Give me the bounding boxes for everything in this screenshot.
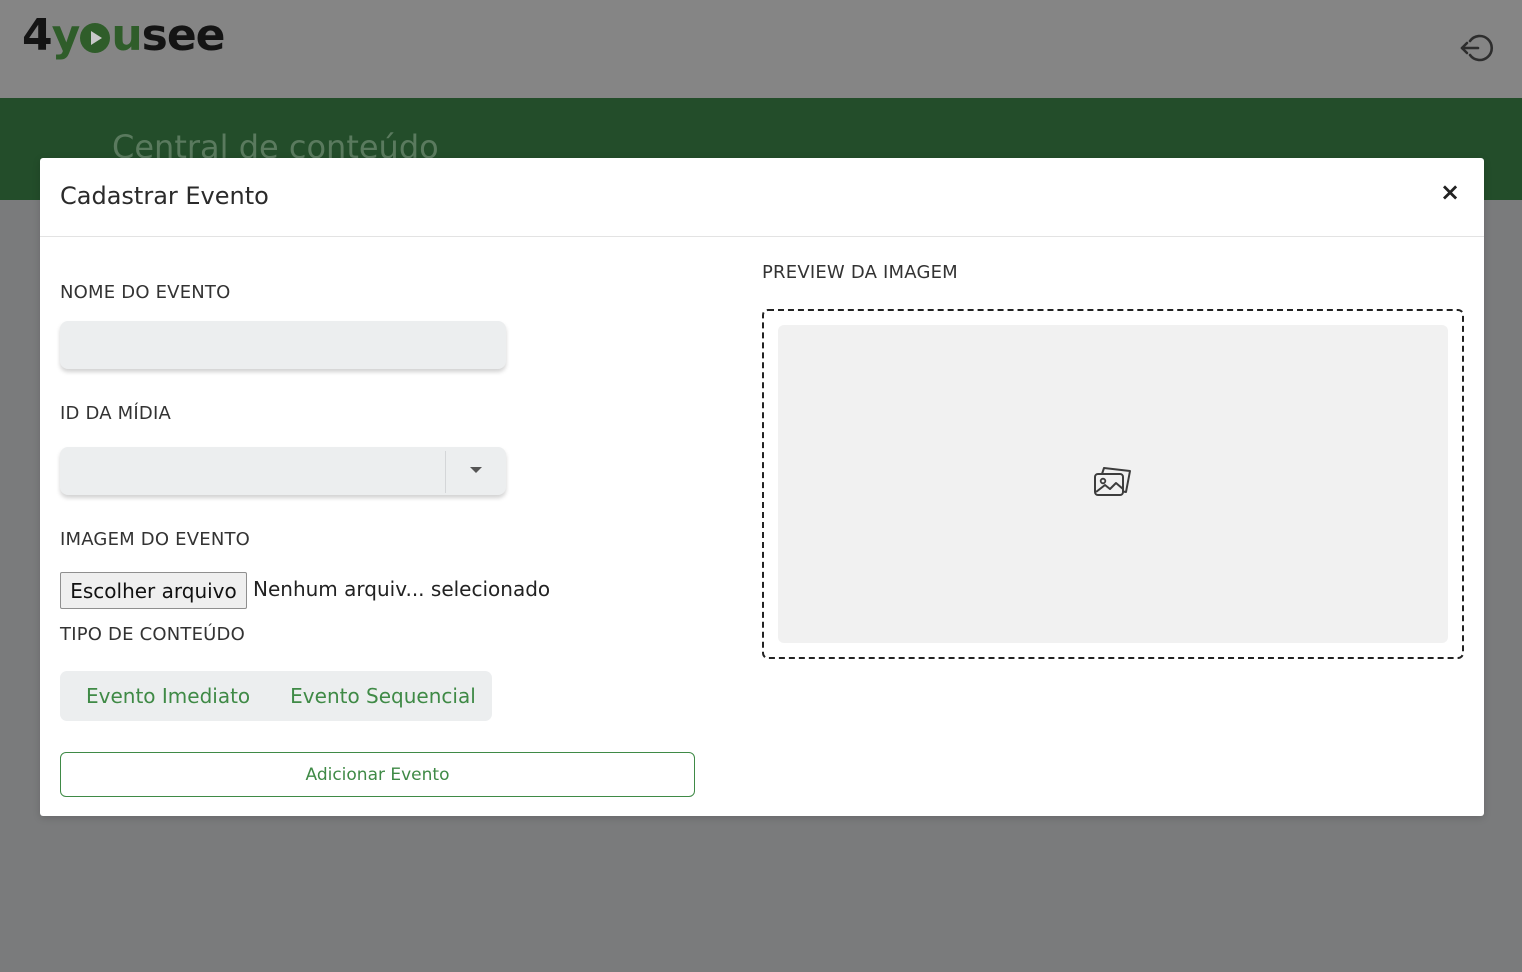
logo-letter-y: y <box>51 10 81 61</box>
event-name-label: NOME DO EVENTO <box>60 282 231 303</box>
media-id-select[interactable] <box>60 447 506 495</box>
media-id-label: ID DA MÍDIA <box>60 403 171 424</box>
file-status-text: Nenhum arquiv... selecionado <box>253 577 551 601</box>
option-evento-sequencial[interactable]: Evento Sequencial <box>290 684 476 708</box>
chevron-down-icon[interactable] <box>470 467 482 473</box>
logo-play-icon <box>80 22 111 53</box>
page: 4 y u see Central de conteúdo Cadastrar … <box>0 0 1522 972</box>
logout-icon[interactable] <box>1458 30 1494 66</box>
choose-file-button[interactable]: Escolher arquivo <box>60 572 247 609</box>
logo-text-you: y u <box>51 10 143 61</box>
image-preview-dropzone <box>762 309 1464 659</box>
create-event-modal: Cadastrar Evento × NOME DO EVENTO ID DA … <box>40 158 1484 816</box>
logo-letter-u: u <box>111 10 142 61</box>
event-name-input[interactable] <box>60 321 506 369</box>
top-navbar: 4 y u see <box>0 0 1522 98</box>
content-type-label: TIPO DE CONTEÚDO <box>60 624 245 645</box>
image-placeholder-icon <box>1094 467 1131 496</box>
modal-header: Cadastrar Evento × <box>40 158 1484 237</box>
close-button[interactable]: × <box>1438 178 1462 206</box>
image-preview-label: PREVIEW DA IMAGEM <box>762 262 958 283</box>
event-image-label: IMAGEM DO EVENTO <box>60 529 251 550</box>
logo-text-four: 4 <box>22 10 53 61</box>
image-preview-area <box>778 325 1448 643</box>
select-divider <box>445 451 446 493</box>
app-logo: 4 y u see <box>22 10 226 61</box>
modal-title: Cadastrar Evento <box>60 182 269 210</box>
logo-text-see: see <box>141 10 226 61</box>
content-type-toggle: Evento Imediato Evento Sequencial <box>60 671 492 721</box>
option-evento-imediato[interactable]: Evento Imediato <box>86 684 250 708</box>
add-event-button[interactable]: Adicionar Evento <box>60 752 695 797</box>
